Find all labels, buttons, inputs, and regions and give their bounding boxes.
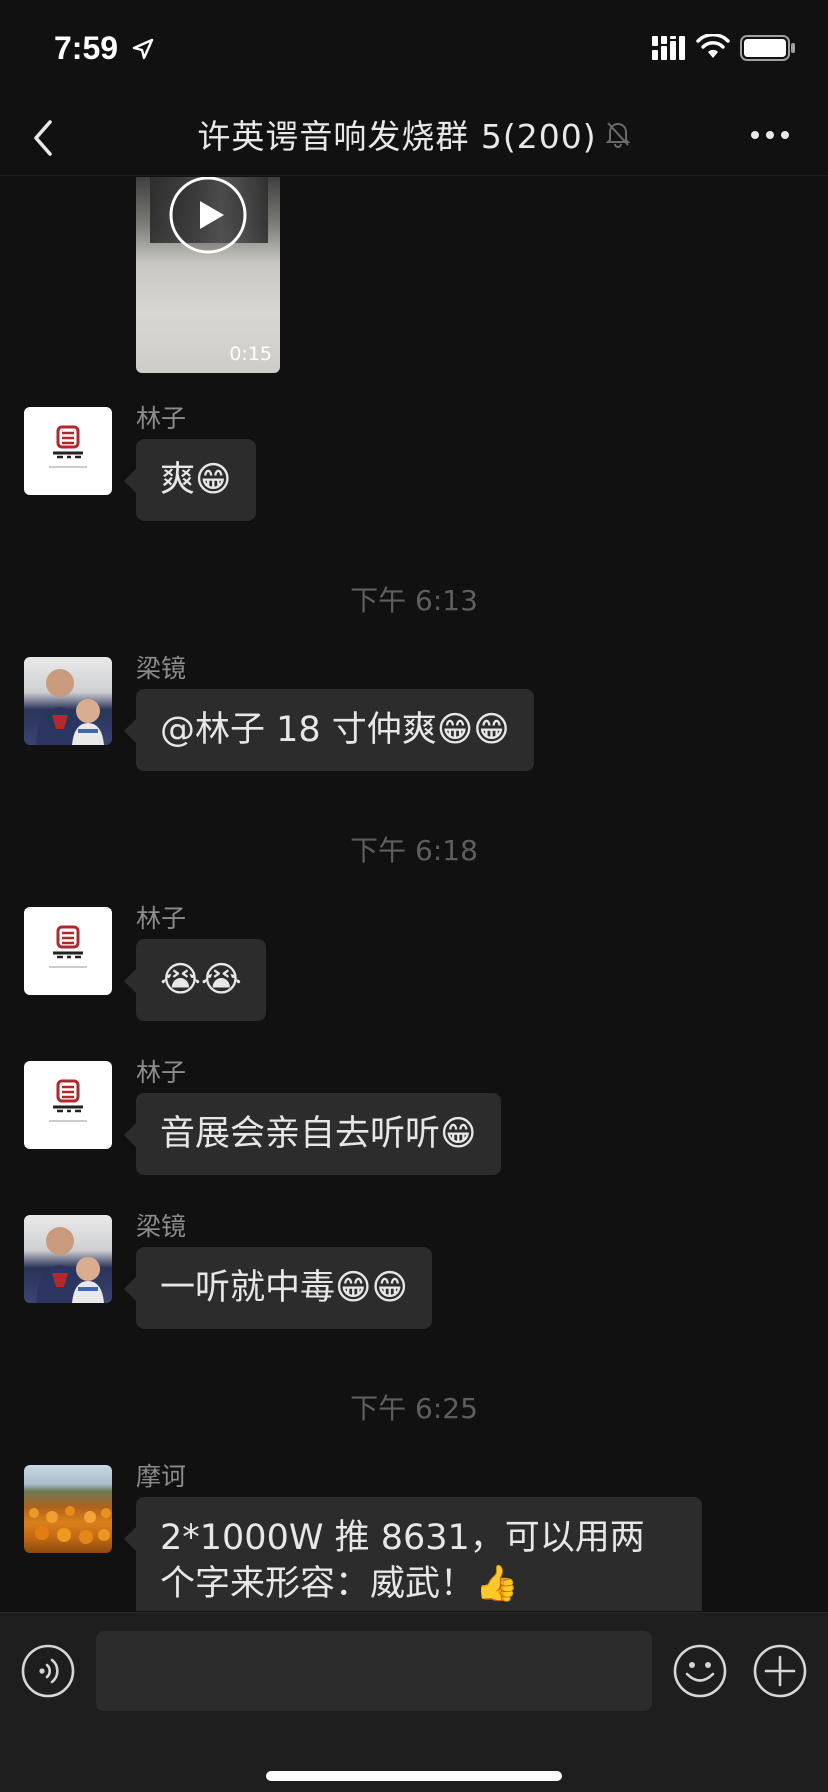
battery-icon — [740, 35, 795, 61]
avatar[interactable] — [24, 1061, 112, 1149]
company-logo-icon — [49, 425, 87, 468]
video-message-thumbnail[interactable]: 0:15 — [136, 177, 280, 373]
voice-input-icon[interactable] — [20, 1643, 76, 1699]
nav-bar: 许英谔音响发烧群 5(200) — [0, 100, 828, 176]
avatar[interactable] — [24, 1465, 112, 1553]
play-icon[interactable] — [168, 177, 248, 255]
message-bubble[interactable]: @林子 18 寸仲爽😁😁 — [124, 689, 534, 771]
chat-message-list[interactable]: 0:15 林子 爽😁 下午 6:13 梁镜 @林子 18 寸仲爽😁😁 下午 6:… — [0, 177, 828, 1611]
sender-name: 林子 — [136, 1058, 187, 1087]
message-bubble[interactable]: 2*1000W 推 8631，可以用两个字来形容：威武！👍 — [124, 1497, 702, 1611]
message-bubble[interactable]: 音展会亲自去听听😁 — [124, 1093, 501, 1175]
video-duration: 0:15 — [229, 343, 272, 365]
emoji-icon[interactable] — [672, 1643, 728, 1699]
chat-title-container: 许英谔音响发烧群 5(200) — [0, 110, 828, 158]
sender-name: 林子 — [136, 904, 187, 933]
timestamp: 下午 6:25 — [350, 1392, 478, 1425]
mute-bell-icon — [605, 122, 631, 148]
avatar[interactable] — [24, 657, 112, 745]
cellular-signal-icon — [652, 36, 685, 60]
input-bar — [0, 1612, 828, 1792]
status-bar: 7:59 — [0, 0, 828, 100]
avatar-photo — [29, 1506, 111, 1544]
plus-icon[interactable] — [752, 1643, 808, 1699]
location-arrow-icon — [132, 38, 154, 60]
sender-name: 梁镜 — [136, 654, 187, 683]
avatar[interactable] — [24, 1215, 112, 1303]
sender-name: 梁镜 — [136, 1212, 187, 1241]
avatar-photo — [36, 669, 104, 745]
message-bubble[interactable]: 😭😭 — [124, 939, 266, 1021]
sender-name: 摩诃 — [136, 1462, 187, 1491]
company-logo-icon — [49, 925, 87, 968]
status-time: 7:59 — [54, 30, 119, 66]
avatar-photo — [36, 1227, 104, 1303]
avatar[interactable] — [24, 907, 112, 995]
sender-name: 林子 — [136, 404, 187, 433]
wifi-icon — [696, 34, 730, 58]
message-bubble[interactable]: 爽😁 — [124, 439, 256, 521]
timestamp: 下午 6:18 — [350, 834, 478, 867]
more-options-icon[interactable] — [750, 128, 790, 142]
message-input[interactable] — [96, 1631, 652, 1711]
avatar[interactable] — [24, 407, 112, 495]
company-logo-icon — [49, 1079, 87, 1122]
message-bubble[interactable]: 一听就中毒😁😁 — [124, 1247, 432, 1329]
chat-title: 许英谔音响发烧群 5(200) — [197, 117, 597, 156]
timestamp: 下午 6:13 — [350, 584, 478, 617]
home-indicator[interactable] — [266, 1771, 562, 1781]
